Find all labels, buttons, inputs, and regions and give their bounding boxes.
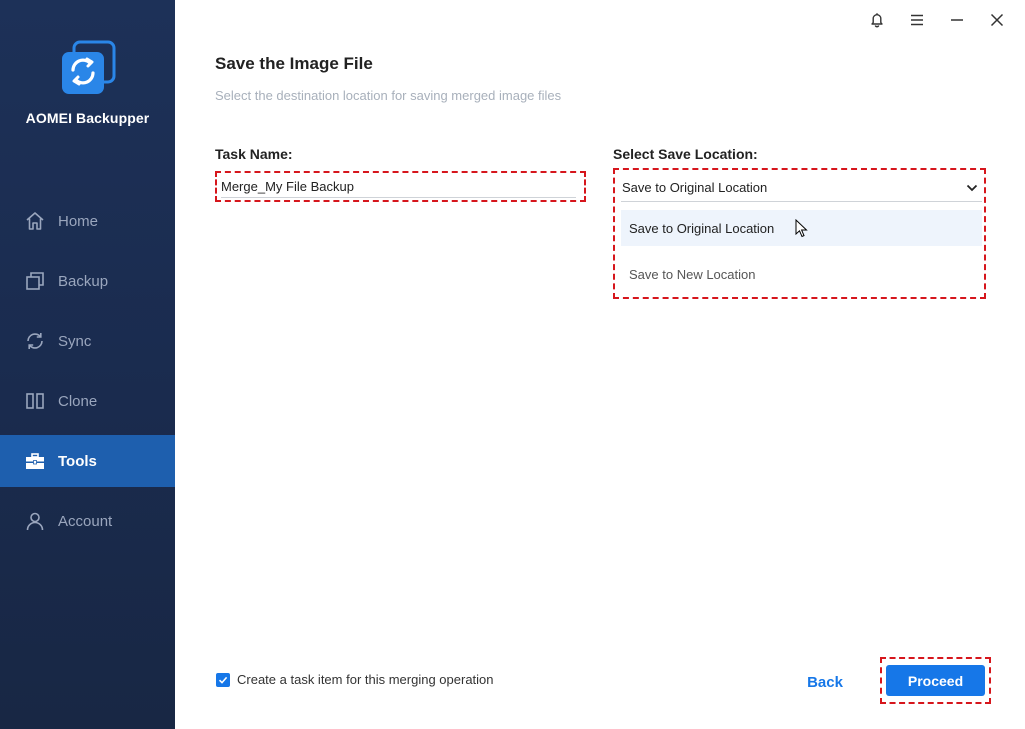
sidebar-item-label: Sync	[58, 332, 92, 350]
option-new-location[interactable]: Save to New Location	[621, 256, 982, 292]
chevron-down-icon	[966, 184, 978, 192]
sidebar-item-clone[interactable]: Clone	[0, 375, 175, 427]
home-icon	[25, 211, 45, 231]
save-location-label: Select Save Location:	[613, 146, 758, 162]
task-name-label: Task Name:	[215, 146, 293, 162]
sidebar-item-label: Backup	[58, 272, 109, 290]
create-task-checkbox-row[interactable]: Create a task item for this merging oper…	[216, 672, 494, 687]
sidebar-nav: Home Backup Sync Clone Tools Account	[0, 195, 175, 555]
proceed-button[interactable]: Proceed	[886, 665, 985, 696]
sidebar-item-label: Account	[58, 512, 113, 530]
page-title: Save the Image File	[215, 54, 373, 73]
save-location-selected: Save to Original Location	[622, 180, 768, 195]
clone-icon	[25, 391, 45, 411]
sidebar-item-tools[interactable]: Tools	[0, 435, 175, 487]
minimize-icon[interactable]	[937, 8, 977, 32]
create-task-checkbox[interactable]	[216, 672, 230, 687]
app-name: AOMEI Backupper	[25, 110, 150, 126]
task-name-highlight	[215, 171, 586, 202]
mouse-cursor-icon	[795, 219, 808, 238]
sidebar-item-label: Clone	[58, 392, 98, 410]
close-icon[interactable]	[977, 8, 1017, 32]
page-subtitle: Select the destination location for savi…	[215, 88, 562, 103]
sidebar-item-backup[interactable]: Backup	[0, 255, 175, 307]
save-location-select[interactable]: Save to Original Location	[621, 174, 982, 202]
sidebar-item-home[interactable]: Home	[0, 195, 175, 247]
checkmark-icon	[218, 676, 228, 684]
sidebar-item-account[interactable]: Account	[0, 495, 175, 547]
sync-icon	[25, 331, 45, 351]
backup-icon	[25, 271, 45, 291]
menu-icon[interactable]	[897, 8, 937, 32]
account-icon	[25, 511, 45, 531]
proceed-highlight: Proceed	[880, 657, 991, 704]
back-button[interactable]: Back	[796, 668, 854, 696]
sidebar-item-sync[interactable]: Sync	[0, 315, 175, 367]
tools-icon	[25, 451, 45, 471]
sidebar-item-label: Home	[58, 212, 99, 230]
app-logo-icon	[62, 40, 116, 94]
task-name-input[interactable]	[221, 176, 576, 198]
window-controls	[857, 8, 1017, 32]
bell-icon[interactable]	[857, 8, 897, 32]
create-task-checkbox-label: Create a task item for this merging oper…	[237, 672, 494, 687]
sidebar: AOMEI Backupper Home Backup Sync Clone T…	[0, 0, 175, 729]
sidebar-item-label: Tools	[58, 452, 97, 470]
